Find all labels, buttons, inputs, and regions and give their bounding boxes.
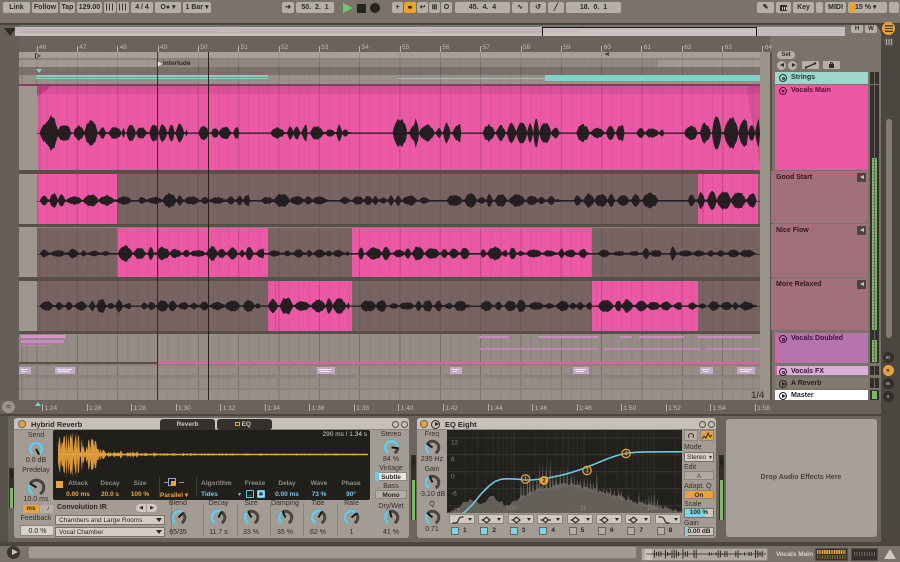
svg-text:6: 6 <box>451 456 455 463</box>
svg-text:100: 100 <box>506 505 517 512</box>
svg-text:-6: -6 <box>451 490 457 497</box>
svg-text:1k: 1k <box>580 505 588 512</box>
svg-text:-12: -12 <box>451 507 461 513</box>
svg-text:0: 0 <box>451 473 455 480</box>
svg-text:12: 12 <box>451 439 459 446</box>
svg-text:10k: 10k <box>647 505 658 512</box>
